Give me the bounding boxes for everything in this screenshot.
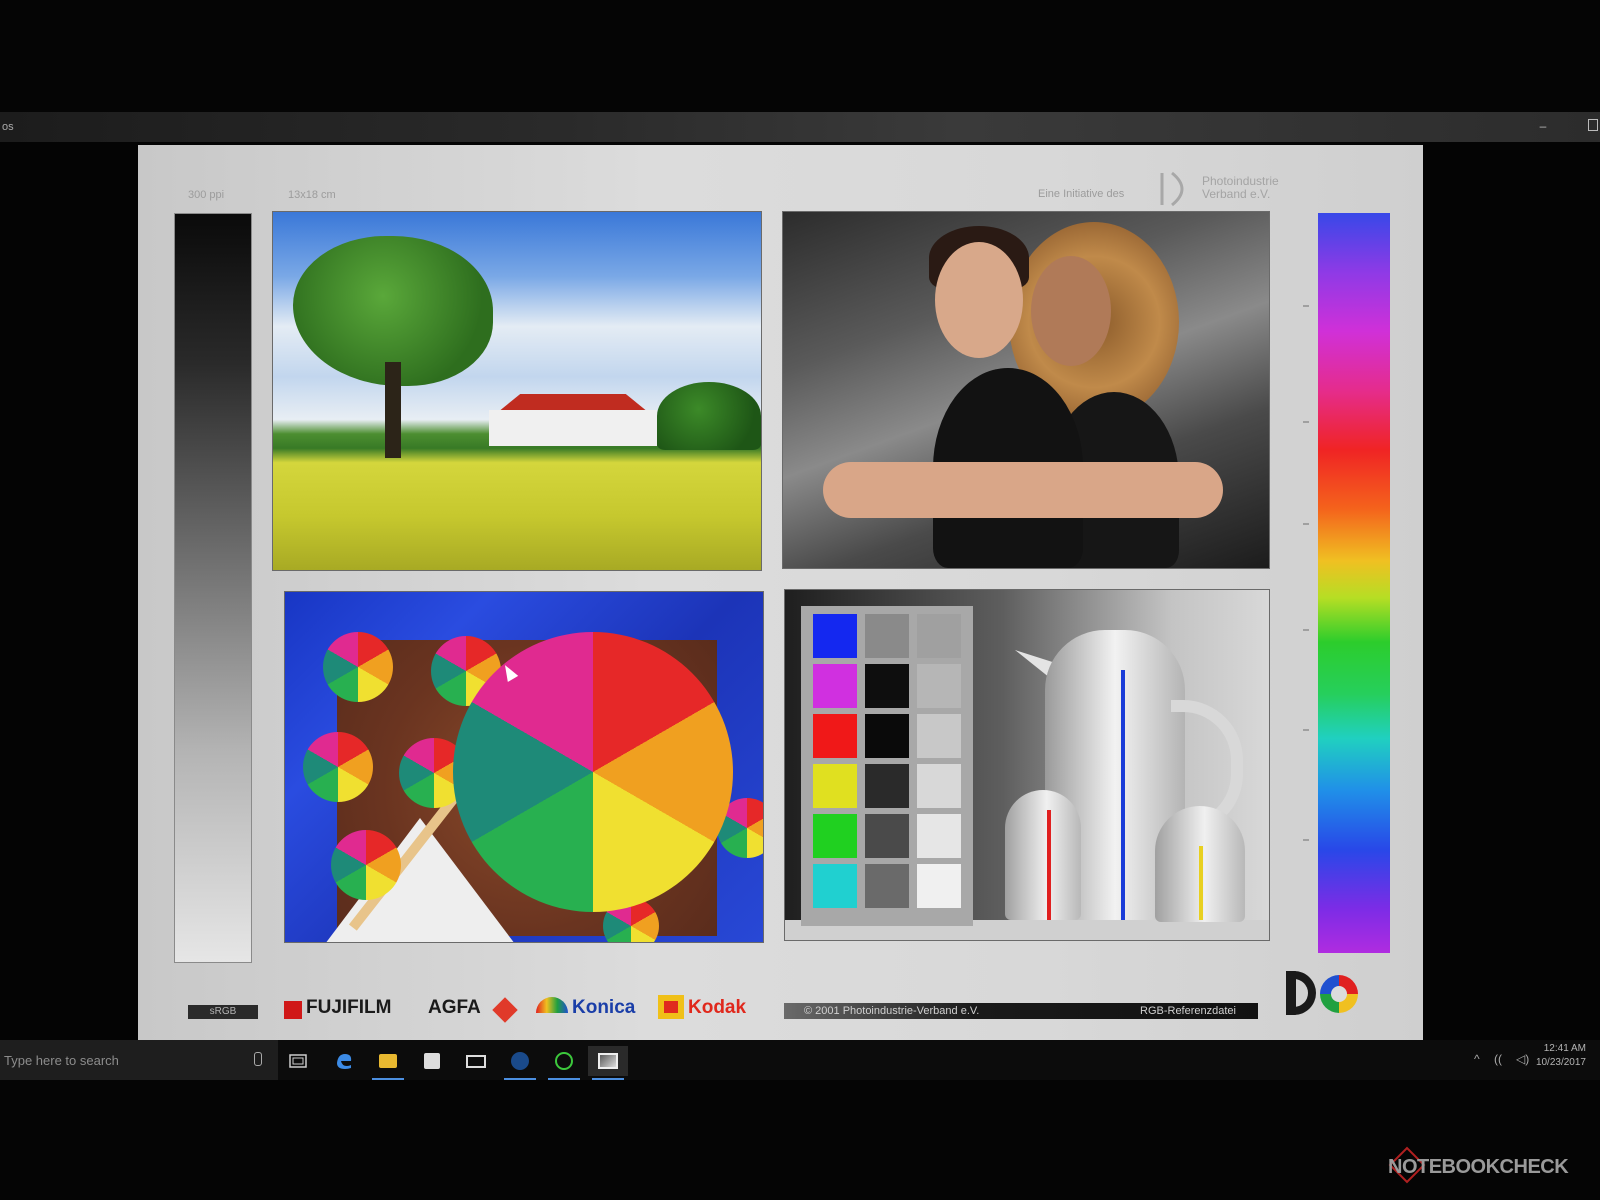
color-checker [801,606,973,926]
still-life-photo [784,589,1270,941]
gray-swatch [917,614,961,658]
gray-swatch [865,614,909,658]
search-box[interactable]: Type here to search [0,1040,278,1080]
woman-right-face [1031,256,1111,366]
large-pinwheel [453,632,733,912]
association-name: Photoindustrie Verband e.V. [1202,174,1279,201]
color-swatch [813,814,857,858]
photos-icon[interactable] [588,1046,628,1080]
gray-swatch [865,864,909,908]
small-pinwheel [303,732,373,802]
volume-icon[interactable]: ◁) [1516,1052,1529,1066]
farmhouse [489,410,657,446]
dq-color-wheel [1320,975,1358,1013]
gray-swatch [865,764,909,808]
grayscale-ramp [174,213,252,963]
scale-tick [1303,839,1309,841]
reference-image: 300 ppi 13x18 cm Eine Initiative des Pho… [138,145,1423,1055]
photoindustrie-logo-icon [1160,171,1184,207]
scale-tick [1303,729,1309,731]
woman-left-face [935,242,1023,358]
photos-shape [598,1053,618,1069]
print-size-label: 13x18 cm [288,189,336,201]
portrait-photo [782,211,1270,569]
gray-swatch [917,714,961,758]
taskbar: Type here to search ^ (( ◁) 12:41 AM 10/… [0,1040,1600,1080]
konica-logo-icon [536,997,568,1013]
color-swatch [813,664,857,708]
scale-tick [1303,523,1309,525]
store-bag-shape [424,1053,440,1069]
color-swatch [813,614,857,658]
maximize-button[interactable] [1588,119,1598,131]
network-icon[interactable]: (( [1494,1052,1502,1066]
tray-chevron-icon[interactable]: ^ [1474,1052,1480,1066]
folded-arms [823,462,1223,518]
copyright-text: © 2001 Photoindustrie-Verband e.V. [804,1005,980,1017]
agfa-rhombus-icon [492,997,518,1023]
window-title: os [2,121,14,133]
edge-icon[interactable] [324,1046,364,1076]
window-titlebar: os – [0,112,1600,142]
copyright-bar: © 2001 Photoindustrie-Verband e.V. RGB-R… [784,1003,1258,1019]
scale-tick [1303,305,1309,307]
small-pinwheel [323,632,393,702]
dq-logo-icon [1286,971,1360,1017]
agfa-logo: AGFA [428,997,481,1018]
small-pinwheel [331,830,401,900]
color-swatch [813,764,857,808]
resolution-label: 300 ppi [188,189,225,201]
gray-swatch [865,814,909,858]
steam-shape [511,1052,529,1070]
bushes [657,382,761,450]
konica-logo: Konica [572,997,636,1018]
gray-swatch [917,764,961,808]
srgb-label: sRGB [188,1005,258,1019]
dq-d-shape [1286,971,1316,1015]
pinwheel-photo [284,591,764,943]
gray-swatch [865,664,909,708]
fujifilm-logo-icon [284,1001,302,1019]
blue-stripe [1121,670,1125,920]
folder-shape [379,1054,397,1068]
store-icon[interactable] [412,1046,452,1076]
envelope-shape [466,1054,486,1068]
gray-swatch [865,714,909,758]
watermark: NOTEBOOKCHECK [1388,1156,1569,1178]
red-stripe [1047,810,1051,920]
microphone-icon[interactable] [254,1052,262,1066]
gray-swatch [917,814,961,858]
yellow-stripe [1199,846,1203,920]
hue-spectrum-bar [1318,213,1390,953]
green-app-shape [555,1052,573,1070]
initiative-label: Eine Initiative des [1038,188,1125,200]
task-view-icon[interactable] [278,1046,318,1076]
search-input[interactable]: Type here to search [4,1053,119,1068]
file-label: RGB-Referenzdatei [1140,1005,1236,1017]
system-clock[interactable]: 12:41 AM 10/23/2017 [1534,1042,1586,1070]
scale-tick [1303,629,1309,631]
clock-time: 12:41 AM [1543,1043,1586,1054]
tree-trunk [385,362,401,458]
green-app-icon[interactable] [544,1046,584,1080]
clock-date: 10/23/2017 [1535,1057,1586,1068]
kodak-logo-icon [658,995,684,1019]
color-swatch [813,714,857,758]
gray-swatch [917,664,961,708]
fujifilm-logo: FUJIFILM [306,997,392,1018]
landscape-photo [272,211,762,571]
mail-icon[interactable] [456,1046,496,1076]
minimize-button[interactable]: – [1532,115,1554,137]
color-swatch [813,864,857,908]
file-explorer-icon[interactable] [368,1046,408,1080]
scale-tick [1303,421,1309,423]
kodak-logo: Kodak [688,997,747,1018]
gray-swatch [917,864,961,908]
steam-icon[interactable] [500,1046,540,1080]
left-shaker [1005,790,1081,920]
